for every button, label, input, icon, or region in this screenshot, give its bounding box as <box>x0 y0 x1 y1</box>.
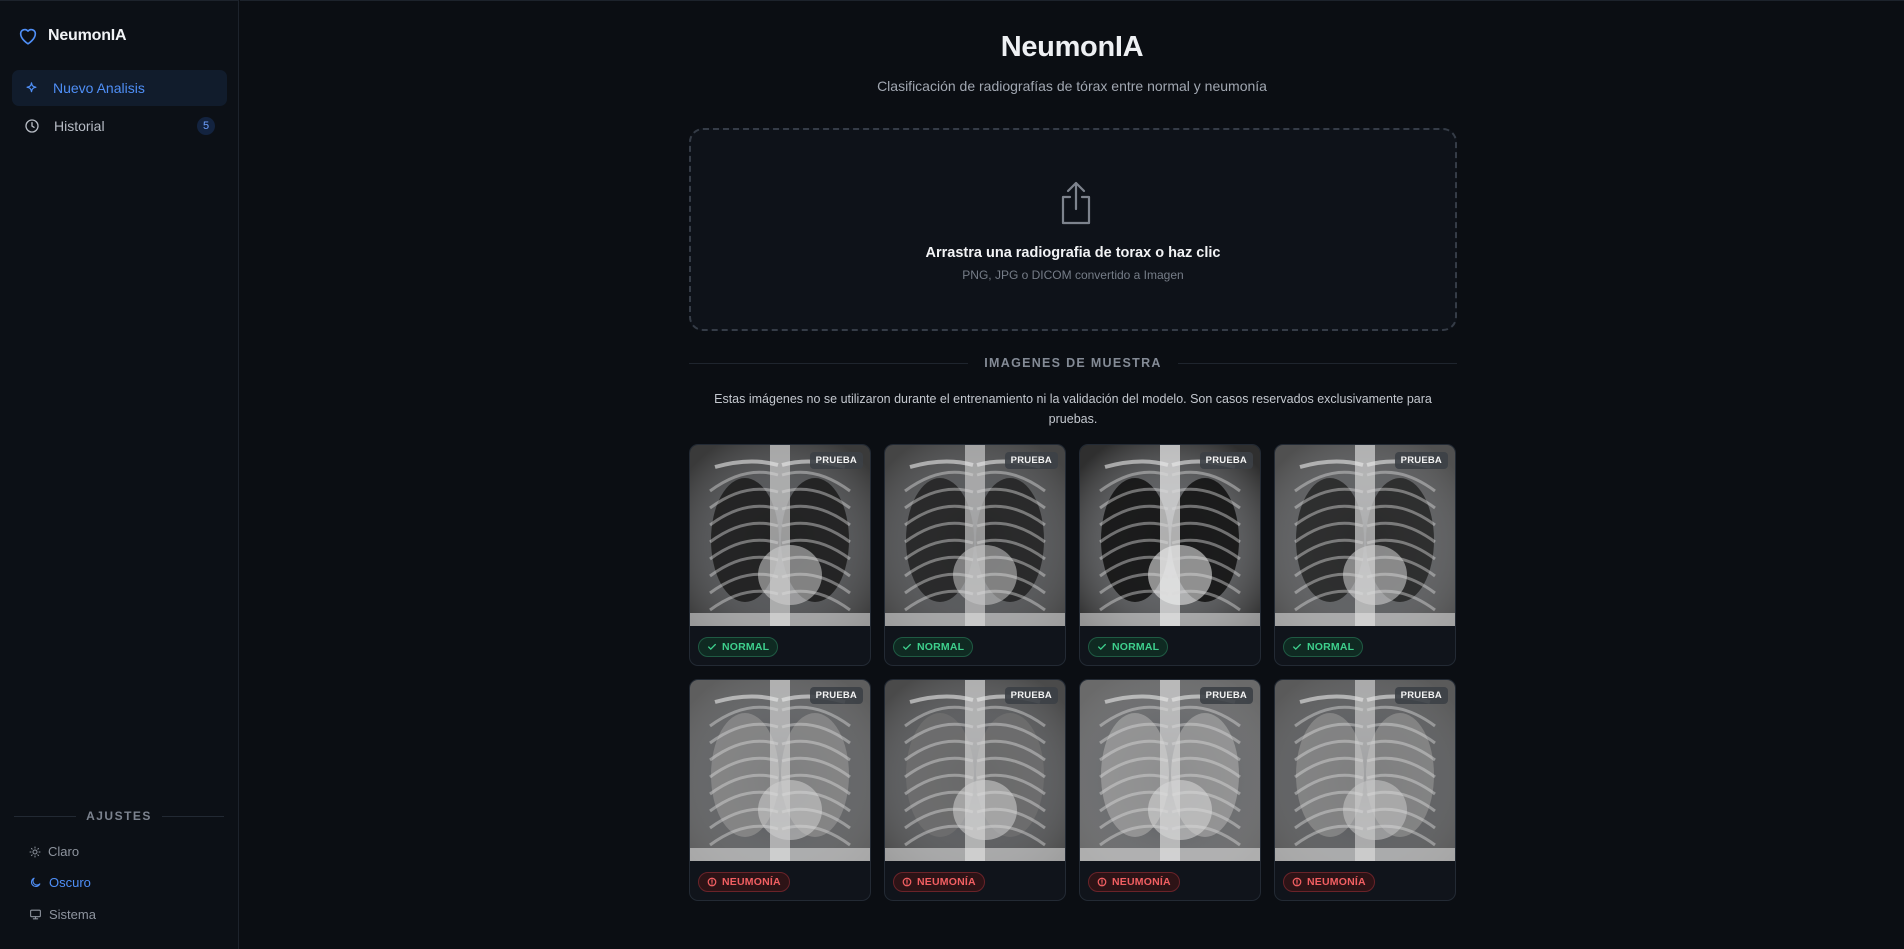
theme-dark-label: Oscuro <box>49 875 91 890</box>
check-icon <box>903 643 911 650</box>
sun-icon <box>29 846 41 857</box>
sample-card[interactable]: PRUEBA NEUMONÍA <box>1274 679 1456 901</box>
test-tag: PRUEBA <box>809 687 863 704</box>
settings-heading: AJUSTES <box>14 809 225 823</box>
sparkle-icon <box>26 81 37 92</box>
result-label: NORMAL <box>722 641 770 653</box>
result-label: NEUMONÍA <box>917 876 976 888</box>
sample-card[interactable]: PRUEBA NORMAL <box>1274 444 1456 666</box>
result-badge-normal: NORMAL <box>1088 637 1169 657</box>
test-tag: PRUEBA <box>1004 687 1058 704</box>
test-tag: PRUEBA <box>1004 452 1058 469</box>
monitor-icon <box>30 909 41 920</box>
main-panel: NeumonIA Clasificación de radiografías d… <box>240 0 1904 949</box>
test-tag: PRUEBA <box>1394 687 1448 704</box>
sample-card[interactable]: PRUEBA NORMAL <box>884 444 1066 666</box>
nav-history[interactable]: Historial 5 <box>12 108 227 144</box>
clock-icon <box>25 119 39 133</box>
result-badge-pneumonia: NEUMONÍA <box>1283 872 1375 892</box>
theme-system-label: Sistema <box>49 907 96 922</box>
nav-new-analysis[interactable]: Nuevo Analisis <box>12 70 227 106</box>
sample-card[interactable]: PRUEBA NEUMONÍA <box>689 679 871 901</box>
upload-dropzone[interactable]: Arrastra una radiografia de torax o haz … <box>689 128 1457 331</box>
brand[interactable]: NeumonIA <box>17 25 127 47</box>
alert-circle-icon <box>1292 877 1302 887</box>
result-badge-pneumonia: NEUMONÍA <box>893 872 985 892</box>
result-badge-pneumonia: NEUMONÍA <box>1088 872 1180 892</box>
result-label: NEUMONÍA <box>1307 876 1366 888</box>
check-icon <box>1098 643 1106 650</box>
alert-circle-icon <box>1097 877 1107 887</box>
test-tag: PRUEBA <box>1394 452 1448 469</box>
nav-history-label: Historial <box>54 118 105 134</box>
sample-card[interactable]: PRUEBA NEUMONÍA <box>884 679 1066 901</box>
sidebar: NeumonIA Nuevo Analisis Historial 5 AJUS… <box>0 0 239 949</box>
page-subtitle: Clasificación de radiografías de tórax e… <box>877 78 1267 94</box>
upload-icon <box>1061 181 1091 225</box>
sample-card[interactable]: PRUEBA NORMAL <box>689 444 871 666</box>
result-label: NEUMONÍA <box>1112 876 1171 888</box>
check-icon <box>708 643 716 650</box>
theme-dark-option[interactable]: Oscuro <box>29 875 91 890</box>
theme-light-label: Claro <box>48 844 80 859</box>
heart-icon <box>19 28 37 45</box>
result-label: NEUMONÍA <box>722 876 781 888</box>
result-badge-normal: NORMAL <box>698 637 779 657</box>
result-badge-normal: NORMAL <box>893 637 974 657</box>
nav-new-analysis-label: Nuevo Analisis <box>53 80 145 96</box>
settings-heading-label: AJUSTES <box>86 809 152 823</box>
samples-heading-label: IMAGENES DE MUESTRA <box>984 356 1162 370</box>
moon-icon <box>30 877 41 888</box>
xray-image <box>1275 445 1455 626</box>
xray-image <box>690 680 870 861</box>
page-title: NeumonIA <box>1000 31 1144 63</box>
xray-image <box>885 445 1065 626</box>
result-badge-normal: NORMAL <box>1283 637 1364 657</box>
history-count-badge: 5 <box>197 117 215 135</box>
alert-circle-icon <box>902 877 912 887</box>
theme-system-option[interactable]: Sistema <box>29 907 96 922</box>
sample-card[interactable]: PRUEBA NORMAL <box>1079 444 1261 666</box>
xray-image <box>1080 445 1260 626</box>
xray-image <box>1080 680 1260 861</box>
result-label: NORMAL <box>1112 641 1160 653</box>
xray-image <box>885 680 1065 861</box>
samples-description: Estas imágenes no se utilizaron durante … <box>714 392 1432 426</box>
result-badge-pneumonia: NEUMONÍA <box>698 872 790 892</box>
theme-light-option[interactable]: Claro <box>29 844 79 859</box>
test-tag: PRUEBA <box>1199 452 1253 469</box>
test-tag: PRUEBA <box>1199 687 1253 704</box>
check-icon <box>1293 643 1301 650</box>
sample-card[interactable]: PRUEBA NEUMONÍA <box>1079 679 1261 901</box>
samples-heading: IMAGENES DE MUESTRA <box>689 356 1457 370</box>
result-label: NORMAL <box>1307 641 1355 653</box>
dropzone-hint: PNG, JPG o DICOM convertido a Imagen <box>962 268 1184 282</box>
xray-image <box>1275 680 1455 861</box>
test-tag: PRUEBA <box>809 452 863 469</box>
brand-name: NeumonIA <box>48 27 127 44</box>
alert-circle-icon <box>707 877 717 887</box>
result-label: NORMAL <box>917 641 965 653</box>
dropzone-title: Arrastra una radiografia de torax o haz … <box>925 245 1221 261</box>
xray-image <box>690 445 870 626</box>
